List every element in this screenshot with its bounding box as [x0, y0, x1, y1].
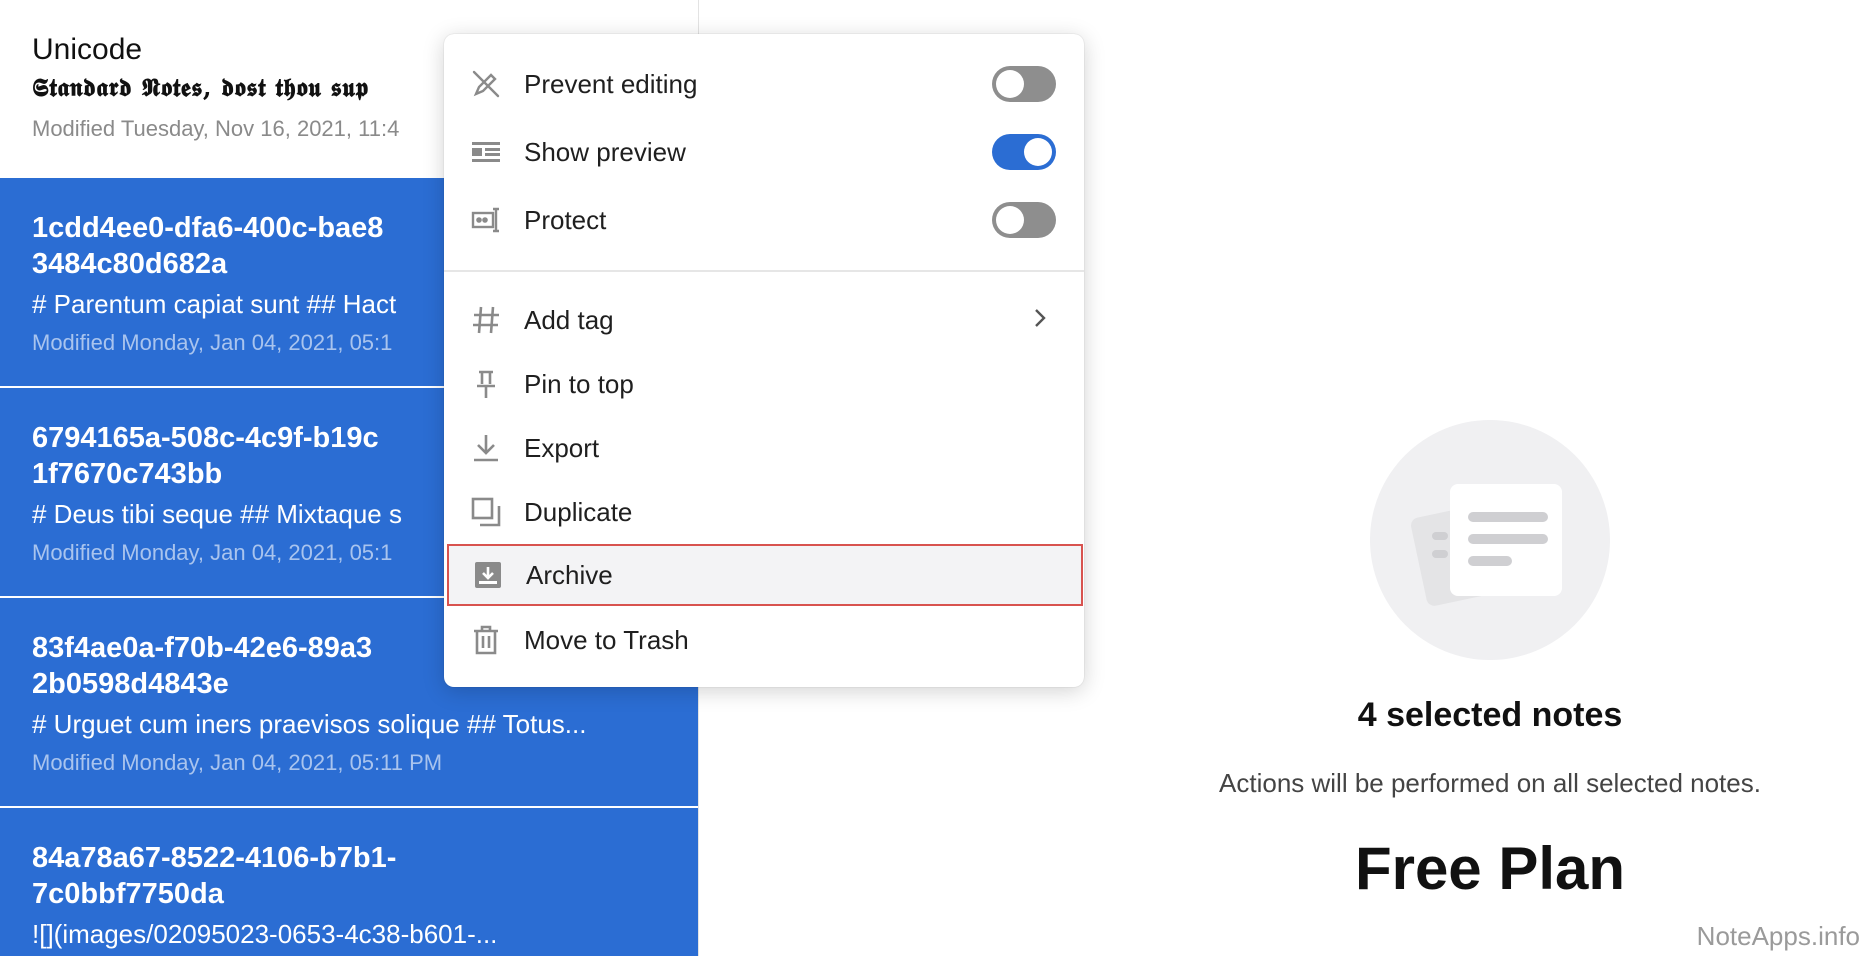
menu-item-export[interactable]: Export	[444, 416, 1084, 480]
pencil-off-icon	[470, 68, 502, 100]
note-preview: # Urguet cum iners praevisos solique ## …	[32, 709, 587, 739]
chevron-right-icon	[1032, 307, 1048, 334]
hashtag-icon	[470, 304, 502, 336]
menu-item-add-tag[interactable]: Add tag	[444, 288, 1084, 352]
download-icon	[470, 432, 502, 464]
menu-item-move-to-trash[interactable]: Move to Trash	[444, 608, 1084, 672]
archive-icon	[472, 559, 504, 591]
menu-item-label: Move to Trash	[524, 624, 689, 655]
menu-item-label: Show preview	[524, 136, 686, 167]
menu-item-label: Archive	[526, 559, 613, 590]
menu-item-duplicate[interactable]: Duplicate	[444, 480, 1084, 544]
menu-item-label: Pin to top	[524, 368, 634, 399]
note-options-menu: Prevent editing Show preview Protect Add…	[444, 34, 1084, 687]
menu-item-pin-to-top[interactable]: Pin to top	[444, 352, 1084, 416]
copy-icon	[470, 496, 502, 528]
menu-divider	[444, 270, 1084, 272]
password-icon	[470, 204, 502, 236]
menu-item-protect[interactable]: Protect	[444, 188, 1084, 252]
menu-item-archive[interactable]: Archive	[447, 544, 1083, 606]
menu-item-label: Duplicate	[524, 496, 633, 527]
prevent-editing-toggle[interactable]	[992, 66, 1056, 102]
menu-item-label: Add tag	[524, 304, 614, 335]
notes-illustration-icon	[1370, 420, 1610, 660]
menu-item-label: Protect	[524, 204, 607, 235]
protect-toggle[interactable]	[992, 202, 1056, 238]
menu-item-prevent-editing[interactable]: Prevent editing	[444, 52, 1084, 116]
pin-icon	[470, 368, 502, 400]
rich-text-icon	[470, 136, 502, 168]
selection-subtitle: Actions will be performed on all selecte…	[1219, 768, 1761, 798]
selected-count-title: 4 selected notes	[1357, 696, 1623, 734]
watermark: NoteApps.info	[1696, 921, 1860, 951]
note-date: Modified Monday, Jan 04, 2021, 05:11 PM	[32, 750, 443, 775]
note-title: 84a78a67-8522-4106-b7b1- 7c0bbf7750da	[32, 842, 397, 910]
note-preview: ![](images/02095023-0653-4c38-b601-...	[32, 919, 498, 949]
menu-item-show-preview[interactable]: Show preview	[444, 120, 1084, 184]
plan-label: Free Plan	[1354, 835, 1626, 902]
trash-icon	[470, 624, 502, 656]
app-window: Unicode 𝕾𝖙𝖆𝖓𝖉𝖆𝖗𝖉 𝕹𝖔𝖙𝖊𝖘, 𝖉𝖔𝖘𝖙 𝖙𝖍𝖔𝖚 𝖘𝖚𝖕 Mo…	[0, 0, 1864, 956]
menu-item-label: Prevent editing	[524, 68, 698, 99]
show-preview-toggle[interactable]	[992, 134, 1056, 170]
menu-item-label: Export	[524, 432, 600, 463]
note-item-selected[interactable]: 84a78a67-8522-4106-b7b1- 7c0bbf7750da ![…	[0, 806, 698, 956]
